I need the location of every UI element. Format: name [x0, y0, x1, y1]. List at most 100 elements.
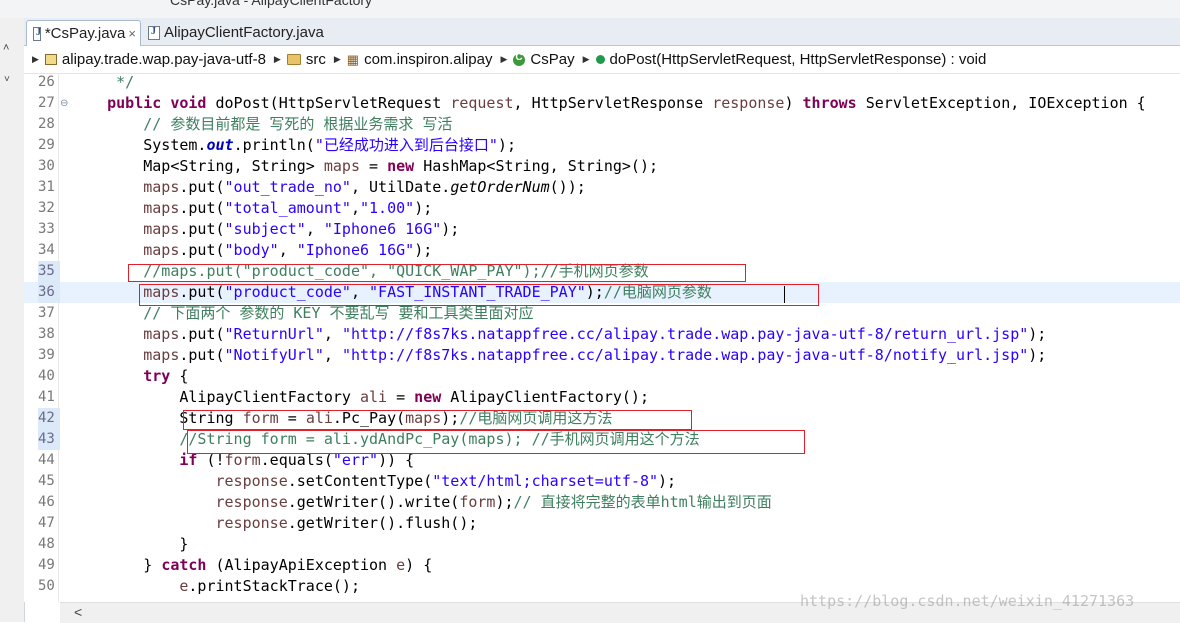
- code-token: );: [497, 136, 516, 154]
- code-line[interactable]: 31 maps.put("out_trade_no", UtilDate.get…: [24, 177, 1180, 198]
- code-line[interactable]: 46 response.getWriter().write(form);// 直…: [24, 492, 1180, 513]
- code-line[interactable]: 27 ⊖ public void doPost(HttpServletReques…: [24, 93, 1180, 114]
- code-token: "NotifyUrl": [224, 346, 324, 364]
- code-line[interactable]: 38 maps.put("ReturnUrl", "http://f8s7ks.…: [24, 324, 1180, 345]
- code-text: maps.put("NotifyUrl", "http://f8s7ks.nat…: [71, 345, 1046, 366]
- code-text: }: [71, 534, 188, 555]
- code-token: e: [396, 556, 406, 574]
- code-token: ());: [549, 178, 586, 196]
- code-token: System.: [71, 136, 207, 154]
- code-token: ,: [350, 199, 360, 217]
- code-token: ,: [323, 346, 342, 364]
- code-token: =: [278, 409, 306, 427]
- package-icon: ▦: [346, 51, 360, 67]
- code-token: "body": [224, 241, 279, 259]
- code-token: .put(: [179, 283, 225, 301]
- line-number: 35: [38, 261, 60, 282]
- code-line[interactable]: 41 AlipayClientFactory ali = new AlipayC…: [24, 387, 1180, 408]
- code-text: public void doPost(HttpServletRequest re…: [71, 93, 1146, 114]
- breadcrumb-method[interactable]: ▶ doPost(HttpServletRequest, HttpServlet…: [575, 51, 987, 68]
- code-text: if (!form.equals("err")) {: [71, 450, 414, 471]
- code-line[interactable]: 45 response.setContentType("text/html;ch…: [24, 471, 1180, 492]
- left-panel-edge: ˄ ˅: [0, 18, 25, 622]
- code-token: out: [206, 136, 234, 154]
- code-line[interactable]: 30 Map<String, String> maps = new HashMa…: [24, 156, 1180, 177]
- breadcrumb-project[interactable]: ▶ alipay.trade.wap.pay-java-utf-8: [24, 51, 266, 68]
- expand-arrow-icon[interactable]: ▶: [583, 54, 590, 65]
- code-token: "1.00": [360, 199, 415, 217]
- code-token: // 直接将完整的表单html输出到页面: [513, 493, 772, 511]
- code-line[interactable]: 40 try {: [24, 366, 1180, 387]
- fold-toggle-icon[interactable]: ⊖: [60, 93, 68, 114]
- code-token: .getWriter().flush();: [287, 514, 478, 532]
- scroll-left-icon[interactable]: <: [74, 604, 82, 620]
- code-editor[interactable]: 26 */ 27 ⊖ public void doPost(HttpServletR…: [24, 74, 1180, 602]
- code-token: "已经成功进入到后台接口": [314, 136, 498, 154]
- code-line[interactable]: 39 maps.put("NotifyUrl", "http://f8s7ks.…: [24, 345, 1180, 366]
- code-line[interactable]: 48 }: [24, 534, 1180, 555]
- close-icon[interactable]: ×: [128, 26, 136, 41]
- line-number: 48: [38, 536, 55, 552]
- expand-arrow-icon[interactable]: ▶: [334, 54, 341, 65]
- tab-cspay[interactable]: *CsPay.java ×: [26, 20, 141, 46]
- code-token: "Iphone6 16G": [296, 241, 415, 259]
- code-token: "ReturnUrl": [224, 325, 324, 343]
- chevron-down-icon[interactable]: ˅: [4, 74, 10, 85]
- code-token: AlipayClientFactory: [71, 388, 360, 406]
- breadcrumb-label: doPost(HttpServletRequest, HttpServletRe…: [609, 51, 987, 68]
- code-line[interactable]: 37 // 下面两个 参数的 KEY 不要乱写 要和工具类里面对应: [24, 303, 1180, 324]
- code-token: "Iphone6 16G": [323, 220, 442, 238]
- code-line[interactable]: 32 maps.put("total_amount","1.00");: [24, 198, 1180, 219]
- breadcrumb-package[interactable]: ▶ ▦ com.inspiron.alipay: [326, 51, 493, 68]
- code-text: maps.put("ReturnUrl", "http://f8s7ks.nat…: [71, 324, 1046, 345]
- code-line[interactable]: 43 //String form = ali.ydAndPc_Pay(maps)…: [24, 429, 1180, 450]
- expand-arrow-icon[interactable]: ▶: [500, 54, 507, 65]
- code-token: );: [1028, 325, 1047, 343]
- code-line[interactable]: 33 maps.put("subject", "Iphone6 16G");: [24, 219, 1180, 240]
- code-token: );: [414, 241, 433, 259]
- code-line[interactable]: 42 String form = ali.Pc_Pay(maps);//电脑网页…: [24, 408, 1180, 429]
- expand-arrow-icon[interactable]: ▶: [274, 54, 281, 65]
- code-line[interactable]: 49 } catch (AlipayApiException e) {: [24, 555, 1180, 576]
- breadcrumb-class[interactable]: ▶ CsPay: [492, 51, 574, 68]
- chevron-up-icon[interactable]: ˄: [3, 42, 9, 54]
- line-number: 39: [38, 347, 55, 363]
- code-line[interactable]: 44 if (!form.equals("err")) {: [24, 450, 1180, 471]
- tab-alipayclientfactory[interactable]: AlipayClientFactory.java: [142, 20, 324, 45]
- line-number: 49: [38, 557, 55, 573]
- code-text: maps.put("subject", "Iphone6 16G");: [71, 219, 459, 240]
- line-number: 46: [38, 494, 55, 510]
- code-line[interactable]: 35 //maps.put("product_code", "QUICK_WAP…: [24, 261, 1180, 282]
- expand-arrow-icon[interactable]: ▶: [32, 54, 39, 65]
- code-line[interactable]: 36 maps.put("product_code", "FAST_INSTAN…: [24, 282, 1180, 303]
- code-line[interactable]: 29 System.out.println("已经成功进入到后台接口");: [24, 135, 1180, 156]
- code-token: );: [441, 409, 460, 427]
- code-token: ,: [350, 283, 370, 301]
- code-text: response.setContentType("text/html;chars…: [71, 471, 677, 492]
- window-title-strip: CsPay.java - AlipayClientFactory: [0, 0, 1180, 19]
- code-line[interactable]: 26 */: [24, 74, 1180, 93]
- code-line[interactable]: 47 response.getWriter().flush();: [24, 513, 1180, 534]
- code-text: response.getWriter().write(form);// 直接将完…: [71, 492, 772, 513]
- code-line[interactable]: 28 // 参数目前都是 写死的 根据业务需求 写活: [24, 114, 1180, 135]
- code-token: }: [71, 556, 162, 574]
- code-line[interactable]: 34 maps.put("body", "Iphone6 16G");: [24, 240, 1180, 261]
- code-token: ali: [305, 409, 333, 427]
- code-token: maps: [143, 325, 180, 343]
- class-icon: [513, 52, 526, 66]
- code-token: request: [450, 94, 514, 112]
- code-token: catch: [161, 556, 207, 574]
- line-number: 50: [38, 578, 55, 594]
- breadcrumb-src[interactable]: ▶ src: [266, 51, 326, 68]
- breadcrumb: ▶ alipay.trade.wap.pay-java-utf-8 ▶ src …: [24, 46, 1180, 74]
- code-token: (!: [197, 451, 225, 469]
- code-token: "http://f8s7ks.natappfree.cc/alipay.trad…: [341, 346, 1029, 364]
